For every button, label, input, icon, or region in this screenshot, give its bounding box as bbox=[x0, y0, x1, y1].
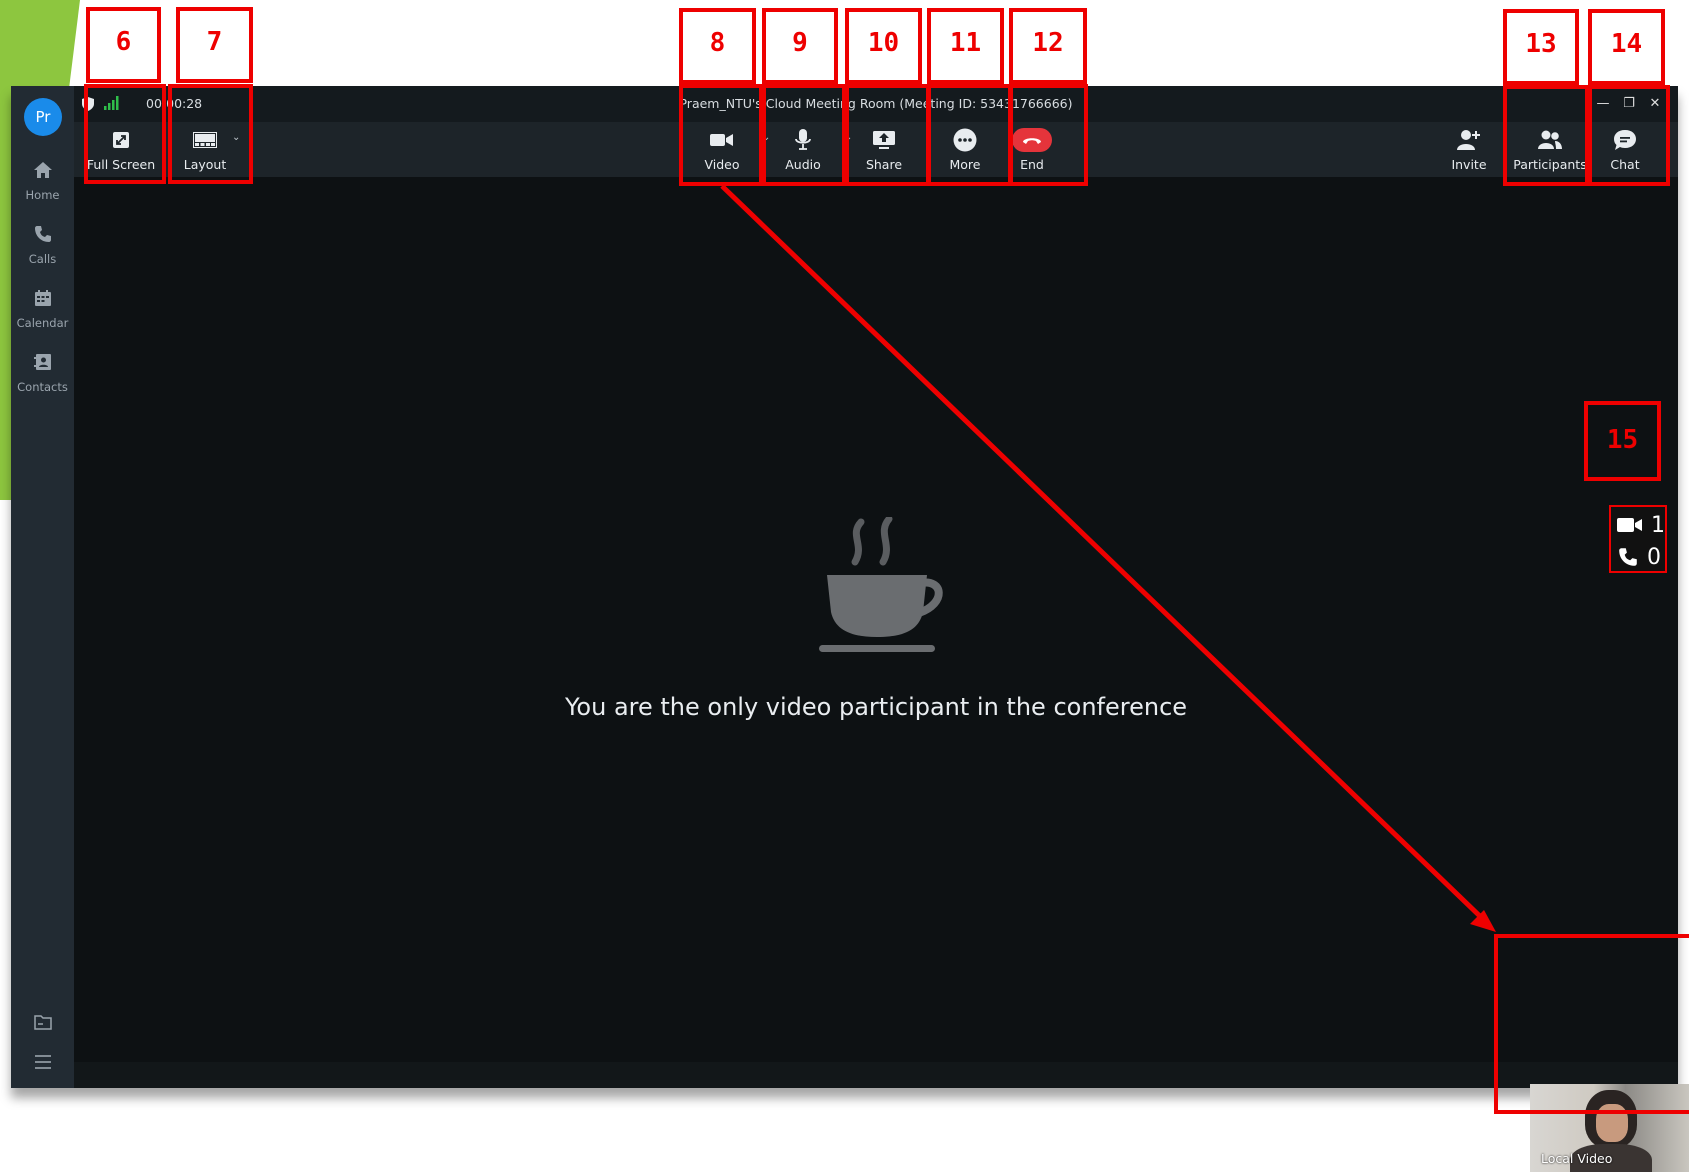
annotation-arrow bbox=[720, 184, 1496, 932]
local-video-label: Local Video bbox=[1541, 1151, 1613, 1166]
